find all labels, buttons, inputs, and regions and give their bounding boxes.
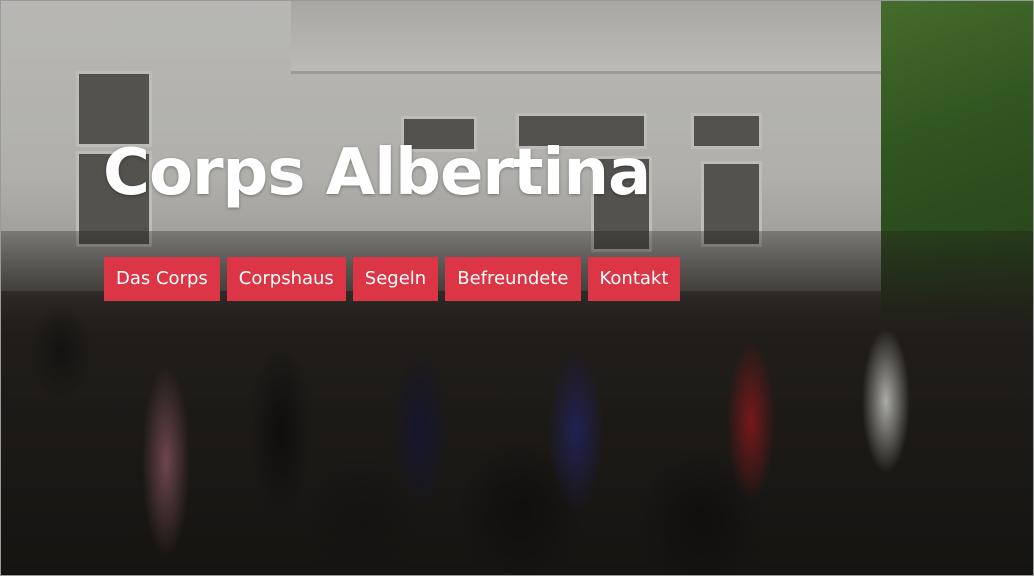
nav-item-kontakt[interactable]: Kontakt xyxy=(587,257,681,301)
nav-item-corpshaus[interactable]: Corpshaus xyxy=(226,257,346,301)
nav-item-befreundete[interactable]: Befreundete xyxy=(445,257,581,301)
site-title[interactable]: Corps Albertina xyxy=(103,135,651,212)
nav-item-das-corps[interactable]: Das Corps xyxy=(104,257,220,301)
browser-viewport: Corps Albertina Das Corps Corpshaus Sege… xyxy=(0,0,1034,576)
main-navigation: Das Corps Corpshaus Segeln Befreundete K… xyxy=(104,257,681,301)
nav-item-segeln[interactable]: Segeln xyxy=(352,257,439,301)
